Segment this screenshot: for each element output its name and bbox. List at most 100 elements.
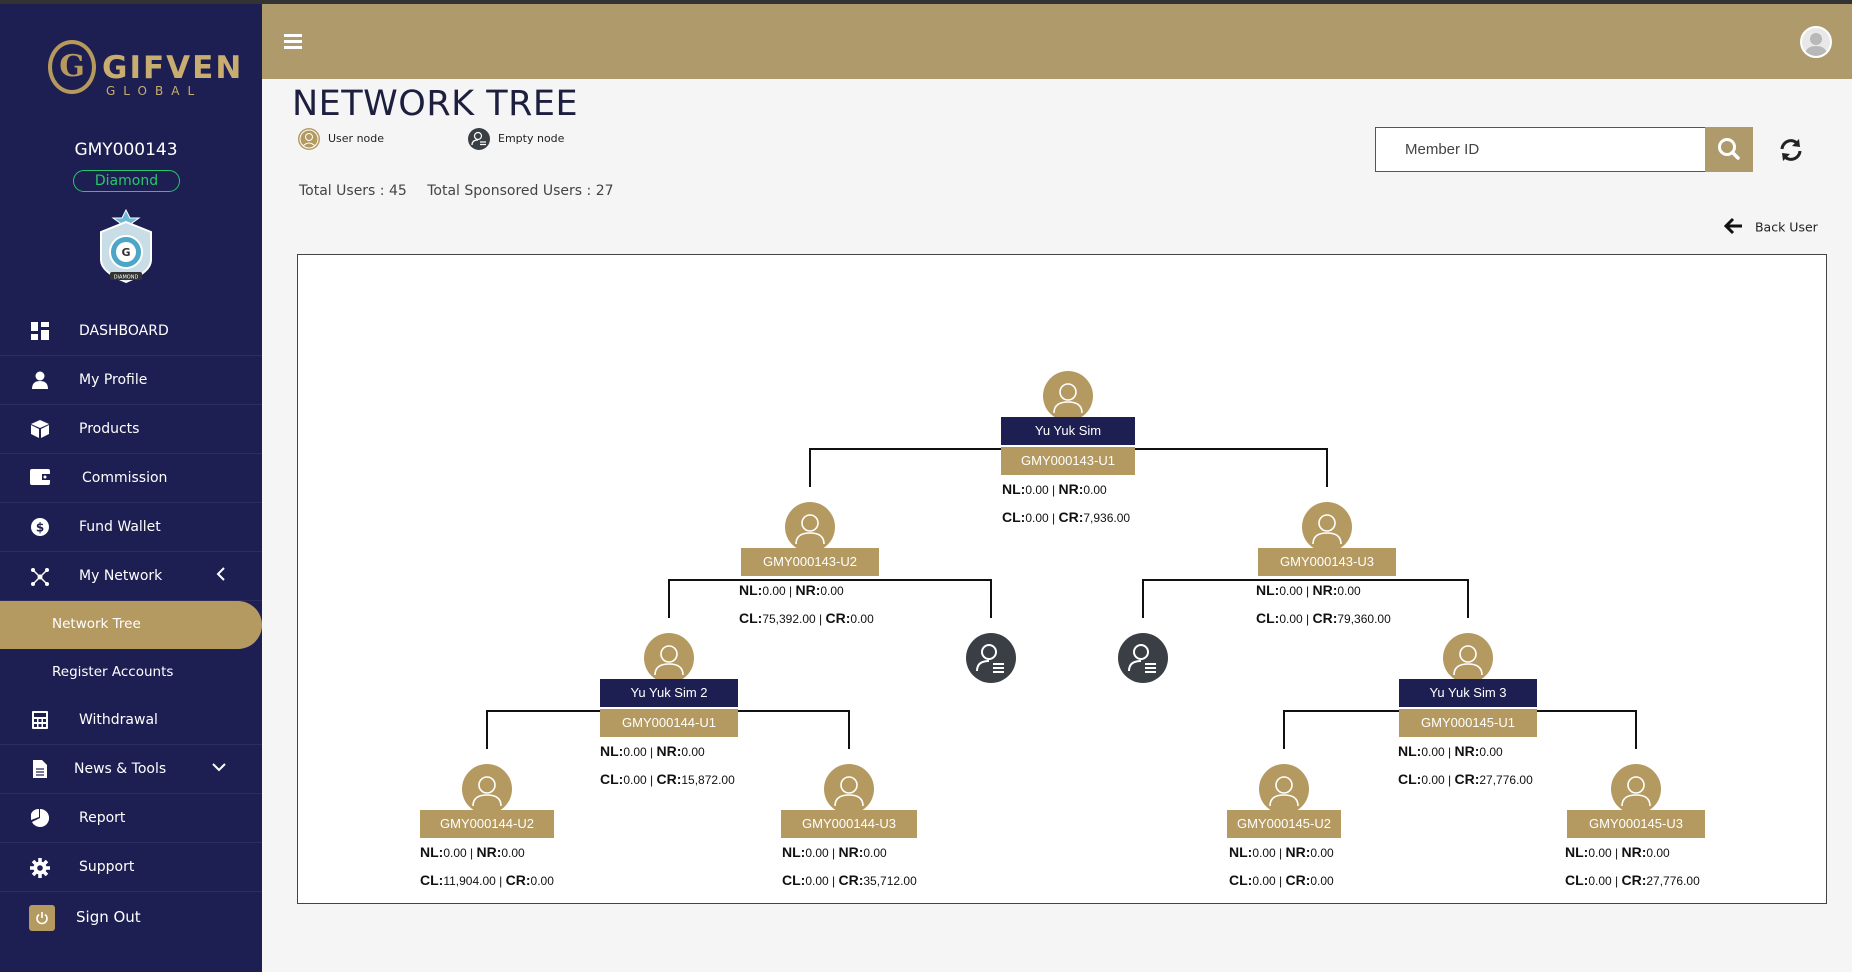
node-id-label[interactable]: GMY000144-U3: [781, 810, 917, 838]
stat-value: 0.00: [1421, 745, 1445, 759]
stat-label: CR:: [1312, 610, 1338, 626]
stat-label: NL:: [739, 582, 763, 598]
user-node-avatar[interactable]: [824, 764, 874, 814]
node-nl-nr: NL:0.00 | NR:0.00: [1256, 582, 1361, 598]
back-user-link[interactable]: Back User: [1723, 216, 1818, 240]
legend-user-node: User node: [298, 128, 384, 150]
sidebar-item-label: News & Tools: [74, 761, 167, 777]
stat-value: 0.00: [820, 584, 844, 598]
sidebar-item-dashboard[interactable]: DASHBOARD: [0, 308, 262, 356]
node-nl-nr: NL:0.00 | NR:0.00: [600, 743, 705, 759]
stat-label: CR:: [825, 610, 851, 626]
page-title: NETWORK TREE: [292, 84, 579, 124]
stat-label: NR:: [1312, 582, 1338, 598]
sidebar-item-report[interactable]: Report: [0, 795, 262, 843]
node-nl-nr: NL:0.00 | NR:0.00: [739, 582, 844, 598]
stat-value: 0.00: [623, 773, 647, 787]
stat-label: NR:: [795, 582, 821, 598]
empty-node-avatar[interactable]: [1118, 633, 1168, 683]
stat-value: 0.00: [1588, 846, 1612, 860]
stat-label: CL:: [782, 872, 806, 888]
empty-node-avatar[interactable]: [966, 633, 1016, 683]
user-node-avatar[interactable]: [1302, 502, 1352, 552]
sidebar-item-my-network[interactable]: My Network: [0, 553, 262, 601]
node-name-label[interactable]: Yu Yuk Sim 2: [600, 679, 738, 707]
pie-chart-icon: [30, 808, 50, 829]
calculator-icon: [30, 711, 50, 731]
gifven-logo[interactable]: G GIFVEN GLOBAL: [44, 34, 241, 104]
stat-label: CR:: [505, 872, 531, 888]
stat-value: 27,776.00: [1646, 874, 1700, 888]
sidebar-item-fund-wallet[interactable]: $ Fund Wallet: [0, 504, 262, 552]
user-node-avatar[interactable]: [785, 502, 835, 552]
stat-value: 0.00: [443, 846, 467, 860]
sidebar-item-withdrawal[interactable]: Withdrawal: [0, 697, 262, 745]
stat-label: CL:: [1002, 509, 1026, 525]
stat-value: 15,872.00: [681, 773, 735, 787]
node-id-label[interactable]: GMY000145-U2: [1227, 810, 1341, 838]
stat-value: 0.00: [1279, 612, 1303, 626]
total-sponsored-users: Total Sponsored Users : 27: [427, 183, 614, 199]
sidebar-item-my-profile[interactable]: My Profile: [0, 357, 262, 405]
node-id-label[interactable]: GMY000145-U1: [1399, 709, 1537, 737]
node-name-label[interactable]: Yu Yuk Sim 3: [1399, 679, 1537, 707]
stat-label: CR:: [1285, 872, 1311, 888]
user-node-avatar[interactable]: [1443, 633, 1493, 683]
member-id-search-input[interactable]: Member ID: [1375, 127, 1706, 172]
node-id-label[interactable]: GMY000143-U2: [741, 548, 879, 576]
node-nl-nr: NL:0.00 | NR:0.00: [420, 844, 525, 860]
rank-badge-text: DIAMOND: [114, 275, 139, 281]
node-id-label[interactable]: GMY000143-U3: [1258, 548, 1396, 576]
user-node-avatar[interactable]: [1043, 371, 1093, 421]
sidebar-item-label: My Profile: [79, 372, 148, 388]
wallet-icon: [30, 469, 50, 489]
node-id-label[interactable]: GMY000145-U3: [1567, 810, 1705, 838]
sidebar-item-commission[interactable]: Commission: [0, 455, 262, 503]
total-users: Total Users : 45: [299, 183, 407, 199]
arrow-left-icon: [1723, 216, 1749, 240]
sidebar-item-sign-out[interactable]: Sign Out: [0, 893, 262, 941]
user-node-avatar[interactable]: [1611, 764, 1661, 814]
top-bar: [262, 0, 1852, 79]
stat-label: CR:: [1621, 872, 1647, 888]
node-id-label[interactable]: GMY000144-U2: [420, 810, 554, 838]
stat-label: NL:: [1256, 582, 1280, 598]
sidebar-item-register-accounts[interactable]: Register Accounts: [0, 649, 262, 697]
search-button[interactable]: [1705, 127, 1753, 172]
logo-text: GIFVEN: [102, 50, 244, 86]
refresh-button[interactable]: [1778, 137, 1804, 163]
sidebar: G GIFVEN GLOBAL GMY000143 Diamond G DIAM…: [0, 0, 262, 972]
node-id-label[interactable]: GMY000143-U1: [1001, 447, 1135, 475]
sidebar-item-products[interactable]: Products: [0, 406, 262, 454]
user-node-legend-icon: [298, 128, 320, 150]
stat-value: 0.00: [1083, 483, 1107, 497]
stat-value: 0.00: [1421, 773, 1445, 787]
stat-label: CL:: [600, 771, 624, 787]
user-node-avatar[interactable]: [644, 633, 694, 683]
gear-icon: [30, 858, 50, 878]
user-node-avatar[interactable]: [1259, 764, 1309, 814]
sidebar-item-label: Sign Out: [76, 908, 141, 926]
sidebar-item-support[interactable]: Support: [0, 844, 262, 892]
node-nl-nr: NL:0.00 | NR:0.00: [1229, 844, 1334, 860]
node-name-label[interactable]: Yu Yuk Sim: [1001, 417, 1135, 445]
node-id-label[interactable]: GMY000144-U1: [600, 709, 738, 737]
stat-value: 11,904.00: [443, 874, 496, 888]
logo-mark-icon: G: [48, 40, 96, 94]
node-nl-nr: NL:0.00 | NR:0.00: [782, 844, 887, 860]
sidebar-item-news-tools[interactable]: News & Tools: [0, 746, 262, 794]
node-cl-cr: CL:0.00 | CR:79,360.00: [1256, 610, 1391, 626]
sidebar-item-label: My Network: [79, 568, 163, 584]
svg-text:$: $: [36, 521, 44, 535]
stat-label: NR:: [476, 844, 502, 860]
stat-value: 0.00: [1588, 874, 1612, 888]
user-icon: [30, 371, 50, 391]
menu-icon[interactable]: [284, 34, 302, 49]
back-user-label: Back User: [1754, 219, 1818, 235]
user-node-avatar[interactable]: [462, 764, 512, 814]
stat-value: 0.00: [762, 584, 786, 598]
stat-label: NL:: [1229, 844, 1253, 860]
legend-empty-label: Empty node: [498, 132, 565, 145]
sidebar-item-network-tree[interactable]: Network Tree: [0, 601, 262, 649]
avatar[interactable]: [1800, 26, 1832, 58]
